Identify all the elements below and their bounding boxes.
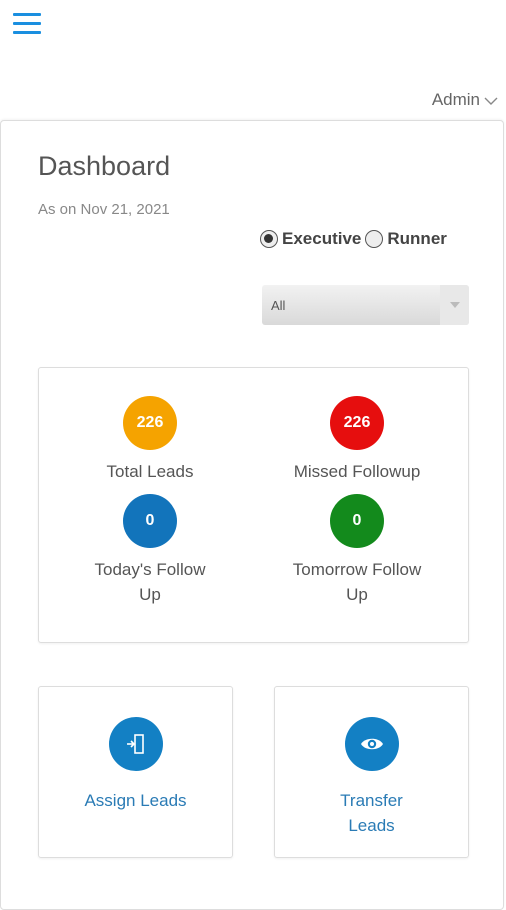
assign-leads-label-text: Assign Leads	[84, 791, 187, 810]
stat-label-line1: Total Leads	[106, 462, 194, 481]
user-menu[interactable]: Admin	[432, 90, 498, 110]
stat-todays-followup[interactable]: 0 Today's Follow Up	[50, 494, 250, 607]
assign-icon-circle	[108, 717, 163, 771]
stat-bubble: 226	[123, 396, 177, 450]
transfer-leads-label-line2: Leads	[348, 816, 395, 835]
radio-runner-indicator[interactable]	[365, 230, 384, 248]
stat-label: Tomorrow Follow Up	[257, 557, 457, 607]
transfer-leads-label-line1: Transfer	[340, 791, 403, 810]
stat-label-line1: Tomorrow Follow	[292, 560, 422, 579]
assign-leads-card[interactable]: Assign Leads	[38, 686, 233, 858]
stat-label-line1: Today's Follow	[94, 560, 206, 579]
assign-door-icon	[126, 734, 144, 754]
stat-tomorrow-followup[interactable]: 0 Tomorrow Follow Up	[257, 494, 457, 607]
user-menu-label: Admin	[431, 90, 480, 109]
stat-label-line1: Missed Followup	[293, 462, 421, 481]
stat-label-line2: Up	[346, 585, 368, 604]
stat-bubble: 0	[123, 494, 177, 548]
transfer-icon-circle	[344, 717, 399, 771]
stat-label: Missed Followup	[257, 459, 457, 484]
chevron-down-icon	[484, 97, 498, 105]
stat-label-line2: Up	[139, 585, 161, 604]
radio-executive-label: Executive	[282, 229, 362, 248]
radio-executive-indicator[interactable]	[260, 230, 278, 248]
as-of-date: As on Nov 21, 2021	[38, 201, 170, 218]
eye-icon	[360, 738, 383, 750]
stat-label: Today's Follow Up	[50, 557, 250, 607]
stats-card: 226 Total Leads 226 Missed Followup 0 To…	[38, 367, 469, 643]
transfer-leads-card[interactable]: Transfer Leads	[274, 686, 469, 858]
role-radio-group: Executive Runner	[260, 229, 447, 249]
hamburger-menu-icon[interactable]	[13, 12, 41, 36]
radio-runner[interactable]: Runner	[365, 229, 447, 249]
radio-runner-label: Runner	[387, 229, 447, 248]
stat-label: Total Leads	[50, 459, 250, 484]
stat-bubble: 0	[330, 494, 384, 548]
radio-executive[interactable]: Executive	[260, 229, 361, 249]
select-arrow-icon	[440, 285, 469, 325]
stat-total-leads[interactable]: 226 Total Leads	[50, 396, 250, 484]
filter-select-value: All	[271, 298, 286, 313]
stat-bubble: 226	[330, 396, 384, 450]
filter-select[interactable]: All	[262, 285, 469, 325]
stat-missed-followup[interactable]: 226 Missed Followup	[257, 396, 457, 484]
assign-leads-label: Assign Leads	[39, 788, 232, 813]
page-title: Dashboard	[38, 151, 171, 181]
transfer-leads-label: Transfer Leads	[275, 788, 468, 838]
